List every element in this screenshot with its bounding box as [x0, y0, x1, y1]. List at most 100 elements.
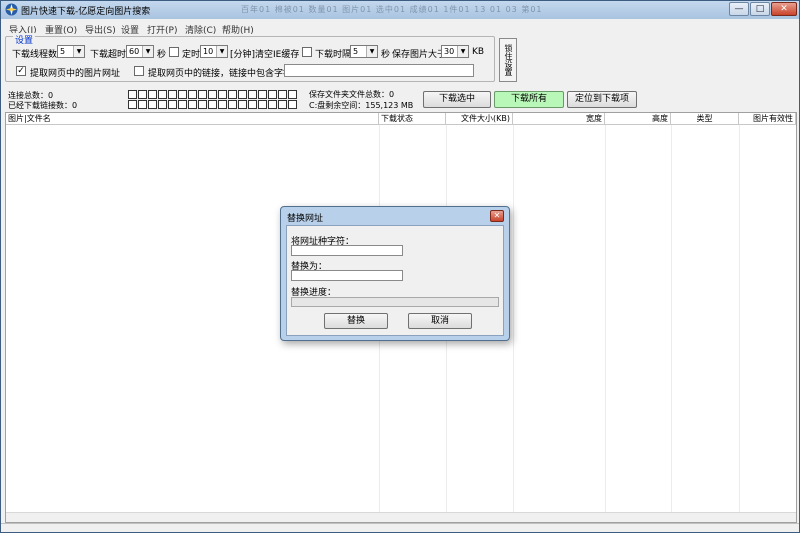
timeout-select[interactable]: 60 ▼ [126, 45, 154, 58]
settings-legend: 设置 [13, 33, 36, 46]
menu-export[interactable]: 导出(S) [85, 23, 116, 36]
col-width[interactable]: 宽度 [513, 113, 605, 125]
interval-label: 下载时隔 [315, 50, 352, 60]
locate-download-button[interactable]: 定位到下载项 [567, 91, 637, 108]
status-square [258, 100, 267, 109]
replace-input[interactable] [291, 270, 403, 281]
col-divider [605, 125, 606, 513]
status-square [228, 90, 237, 99]
timer-select[interactable]: 10 ▼ [200, 45, 228, 58]
savesize-unit: KB [472, 47, 485, 57]
menu-clear[interactable]: 清除(C) [185, 23, 216, 36]
horizontal-scrollbar[interactable] [6, 512, 796, 522]
menu-bar: 导入(I) 重置(O) 导出(S) 设置 打开(P) 清除(C) 帮助(H) [1, 20, 799, 36]
download-selected-button[interactable]: 下载选中 [423, 91, 491, 108]
chevron-down-icon: ▼ [73, 46, 84, 57]
download-all-button[interactable]: 下载所有 [494, 91, 564, 108]
col-filename[interactable]: 图片|文件名 [6, 113, 379, 125]
threads-value: 5 [60, 47, 66, 56]
interval-checkbox[interactable] [302, 47, 312, 57]
interval-select[interactable]: 5 ▼ [350, 45, 378, 58]
threads-select[interactable]: 5 ▼ [57, 45, 85, 58]
status-square [208, 100, 217, 109]
status-square [138, 100, 147, 109]
status-square [168, 100, 177, 109]
col-type[interactable]: 类型 [671, 113, 739, 125]
chevron-down-icon: ▼ [142, 46, 153, 57]
timeout-unit: 秒 [157, 50, 167, 60]
savesize-label: 保存图片大于 [392, 50, 447, 60]
status-square [278, 90, 287, 99]
status-square [268, 100, 277, 109]
savesize-select[interactable]: 30 ▼ [441, 45, 469, 58]
status-square [188, 100, 197, 109]
status-square [268, 90, 277, 99]
status-square [138, 90, 147, 99]
saved-total: 保存文件夹文件总数：0 [309, 90, 395, 99]
link-filter-input[interactable] [284, 64, 474, 77]
col-size[interactable]: 文件大小(KB) [446, 113, 513, 125]
status-square [198, 100, 207, 109]
disk-free: C:盘剩余空间：155,123 MB [309, 101, 414, 110]
extract-img-label: 提取网页中的图片网址 [30, 69, 121, 79]
chevron-down-icon: ▼ [457, 46, 468, 57]
status-square [178, 90, 187, 99]
status-square [188, 90, 197, 99]
downloaded-links: 已经下载链接数：0 [8, 101, 78, 110]
close-button[interactable]: ✕ [771, 2, 797, 16]
status-square [208, 90, 217, 99]
replace-progress-bar [291, 297, 499, 307]
col-divider [671, 125, 672, 513]
replace-button[interactable]: 替换 [324, 313, 388, 329]
status-square [128, 90, 137, 99]
menu-open[interactable]: 打开(P) [147, 23, 177, 36]
chevron-down-icon: ▼ [366, 46, 377, 57]
status-square [258, 90, 267, 99]
status-square [148, 90, 157, 99]
menu-settings[interactable]: 设置 [121, 23, 139, 36]
title-bar-extra: 百年01 棉被01 数量01 图片01 选中01 成绩01 1件01 13 01… [241, 5, 543, 14]
interval-unit: 秒 [381, 50, 391, 60]
status-square [168, 90, 177, 99]
extract-link-label: 提取网页中的链接，链接中包含字符： [148, 69, 302, 79]
status-square [158, 100, 167, 109]
col-status[interactable]: 下载状态 [379, 113, 446, 125]
lock-settings-button[interactable]: 锁住设置 [499, 38, 517, 82]
status-square [238, 90, 247, 99]
timer-value: 10 [203, 47, 214, 56]
status-square [128, 100, 137, 109]
timeout-value: 60 [129, 47, 140, 56]
status-square [288, 90, 297, 99]
maximize-button[interactable]: □ [750, 2, 770, 16]
settings-group: 设置 下载线程数 5 ▼ 下载超时 60 ▼ 秒 定时 10 ▼ [分钟]清空I… [5, 33, 495, 82]
status-square [218, 100, 227, 109]
chevron-down-icon: ▼ [216, 46, 227, 57]
menu-reset[interactable]: 重置(O) [45, 23, 77, 36]
dialog-title: 替换网址 [287, 214, 324, 224]
col-divider [513, 125, 514, 513]
col-validity[interactable]: 图片有效性 [739, 113, 796, 125]
status-square [238, 100, 247, 109]
threads-label: 下载线程数 [12, 50, 58, 60]
status-square [148, 100, 157, 109]
status-square [248, 100, 257, 109]
status-square [218, 90, 227, 99]
dialog-body: 将网址种字符： 替换为： 替换进度： 替换 取消 [286, 225, 504, 336]
extract-img-checkbox[interactable]: ✓ [16, 66, 26, 76]
timeout-label: 下载超时 [90, 50, 127, 60]
cancel-button[interactable]: 取消 [408, 313, 472, 329]
minimize-button[interactable]: — [729, 2, 749, 16]
replace-url-dialog: 替换网址 ✕ 将网址种字符： 替换为： 替换进度： 替换 取消 [280, 206, 510, 341]
extract-link-checkbox[interactable] [134, 66, 144, 76]
timer-suffix: [分钟]清空IE缓存 [230, 50, 300, 60]
savesize-value: 30 [444, 47, 455, 56]
menu-help[interactable]: 帮助(H) [222, 23, 254, 36]
source-input[interactable] [291, 245, 403, 256]
timer-checkbox[interactable] [169, 47, 179, 57]
col-height[interactable]: 高度 [605, 113, 671, 125]
status-square [248, 90, 257, 99]
title-bar: 图片快速下载-亿愿定向图片搜索 百年01 棉被01 数量01 图片01 选中01… [1, 1, 799, 19]
dialog-close-button[interactable]: ✕ [490, 210, 504, 222]
status-square [158, 90, 167, 99]
interval-value: 5 [353, 47, 359, 56]
